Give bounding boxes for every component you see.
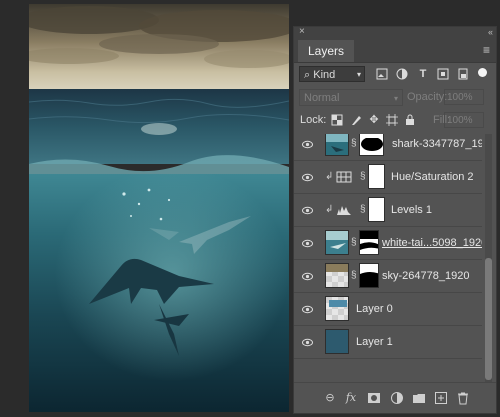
mask-link-icon[interactable]: § — [360, 171, 366, 183]
visibility-eye-icon[interactable] — [302, 172, 313, 183]
lock-transparent-pixels-icon[interactable] — [331, 114, 343, 126]
layer-name: Levels 1 — [391, 204, 432, 216]
image-filter-icon[interactable] — [376, 68, 388, 80]
layer-row-sky[interactable]: § sky-264778_1920 — [294, 260, 482, 293]
blend-row: Normal ▾ Opacity: 100% — [294, 88, 496, 108]
clipping-arrow-icon: ↲ — [325, 204, 334, 215]
lock-artboard-icon[interactable] — [386, 114, 398, 126]
lock-position-icon[interactable]: ✥ — [368, 114, 380, 126]
layer-mask-thumbnail[interactable] — [368, 197, 385, 222]
visibility-eye-icon[interactable] — [302, 271, 313, 282]
scrollbar-thumb[interactable] — [485, 258, 492, 380]
lock-label: Lock: — [300, 114, 327, 126]
panel-menu-icon[interactable]: ≡ — [483, 43, 490, 57]
layer-thumbnail — [325, 296, 349, 321]
shape-filter-icon[interactable] — [437, 68, 449, 80]
layer-mask-thumbnail[interactable] — [359, 230, 379, 255]
layers-list: § shark-3347787_1920 ↲ § Hue/Saturation … — [294, 134, 482, 382]
visibility-eye-icon[interactable] — [302, 238, 313, 249]
layer-name: Layer 1 — [356, 336, 393, 348]
layer-row-layer-1[interactable]: Layer 1 — [294, 326, 482, 359]
mask-link-icon[interactable]: § — [351, 138, 357, 150]
mask-link-icon[interactable]: § — [351, 237, 357, 249]
hue-saturation-adjustment-icon[interactable] — [336, 170, 352, 184]
layer-mask-thumbnail[interactable] — [359, 134, 384, 156]
panel-title-bar: × ‹‹ — [294, 26, 496, 38]
collapse-panel-icon[interactable]: ‹‹ — [488, 26, 493, 38]
new-layer-icon[interactable] — [434, 391, 448, 405]
panel-tab-row: Layers ≡ — [294, 38, 496, 63]
layer-mask-thumbnail[interactable] — [368, 164, 385, 189]
new-group-icon[interactable] — [412, 391, 426, 405]
blend-mode-value: Normal — [304, 92, 340, 104]
clipping-arrow-icon: ↲ — [325, 171, 334, 182]
layers-panel: × ‹‹ Layers ≡ ⌕ Kind ▾ T Normal ▾ Opacit… — [293, 26, 497, 414]
lock-image-pixels-icon[interactable] — [350, 114, 362, 126]
opacity-field[interactable]: 100% — [444, 89, 484, 105]
visibility-eye-icon[interactable] — [302, 139, 313, 150]
visibility-eye-icon[interactable] — [302, 205, 313, 216]
filter-row: ⌕ Kind ▾ T — [294, 64, 496, 86]
levels-adjustment-icon[interactable] — [336, 203, 352, 217]
opacity-label: Opacity: — [407, 91, 448, 103]
visibility-eye-icon[interactable] — [302, 337, 313, 348]
filter-toggle-icon[interactable] — [478, 68, 487, 77]
layer-thumbnail — [325, 329, 349, 354]
fx-icon[interactable]: fx — [344, 391, 358, 405]
layers-bottom-bar: ⊖ fx — [294, 382, 496, 413]
blend-mode-select[interactable]: Normal ▾ — [299, 89, 403, 106]
kind-label: Kind — [313, 69, 336, 81]
mask-link-icon[interactable]: § — [351, 270, 357, 282]
add-mask-icon[interactable] — [367, 391, 381, 405]
layer-name: white-tai...5098_1920 — [382, 237, 482, 249]
layer-thumbnail — [325, 230, 349, 255]
layer-name: shark-3347787_1920 — [392, 138, 482, 150]
link-layers-icon[interactable]: ⊖ — [323, 391, 337, 405]
layer-name: sky-264778_1920 — [382, 270, 470, 282]
layer-row-levels[interactable]: ↲ § Levels 1 — [294, 194, 482, 227]
visibility-eye-icon[interactable] — [302, 304, 313, 315]
delete-layer-icon[interactable] — [456, 391, 470, 405]
layer-thumbnail — [325, 134, 349, 156]
layer-name: Hue/Saturation 2 — [391, 171, 474, 183]
layer-row-shark[interactable]: § shark-3347787_1920 — [294, 134, 482, 161]
adjustment-filter-icon[interactable] — [396, 68, 408, 80]
layer-row-layer-0[interactable]: Layer 0 — [294, 293, 482, 326]
new-adjustment-icon[interactable] — [390, 391, 404, 405]
lock-all-icon[interactable] — [404, 114, 416, 126]
type-filter-icon[interactable]: T — [417, 68, 429, 80]
mask-link-icon[interactable]: § — [360, 204, 366, 216]
close-panel-icon[interactable]: × — [299, 26, 305, 38]
layers-scrollbar[interactable] — [485, 134, 492, 382]
tab-layers[interactable]: Layers — [298, 40, 355, 62]
layer-thumbnail — [325, 263, 349, 288]
smart-object-filter-icon[interactable] — [457, 68, 469, 80]
layer-mask-thumbnail[interactable] — [359, 263, 379, 288]
kind-filter-select[interactable]: ⌕ Kind ▾ — [299, 66, 365, 82]
layer-row-hue-saturation[interactable]: ↲ § Hue/Saturation 2 — [294, 161, 482, 194]
chevron-down-icon: ▾ — [393, 94, 398, 103]
layer-name: Layer 0 — [356, 303, 393, 315]
document-canvas[interactable] — [29, 4, 289, 412]
lock-row: Lock: ✥ Fill: 100% — [294, 111, 496, 131]
search-icon: ⌕ — [304, 69, 311, 81]
chevron-down-icon: ▾ — [356, 70, 361, 79]
fill-field[interactable]: 100% — [444, 112, 484, 128]
layer-row-white-tail[interactable]: § white-tai...5098_1920 — [294, 227, 482, 260]
